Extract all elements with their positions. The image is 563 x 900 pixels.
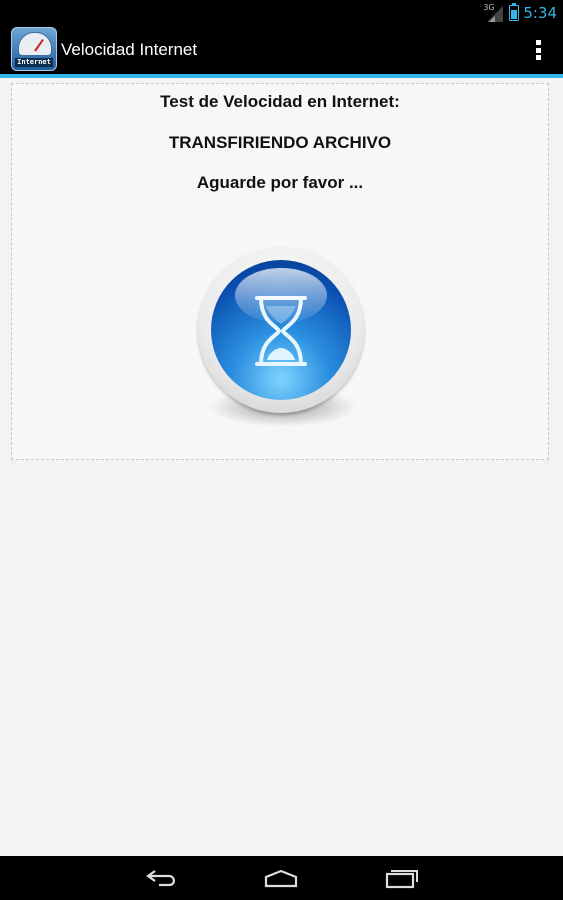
speedometer-icon <box>18 32 52 56</box>
signal-icon: 3G <box>483 3 505 22</box>
app-icon-label: Internet <box>15 58 53 67</box>
hourglass-icon <box>198 247 366 437</box>
overflow-menu-icon[interactable] <box>535 40 541 60</box>
action-bar: Internet Velocidad Internet <box>0 25 563 74</box>
clock: 5:34 <box>523 4 557 22</box>
status-bar: 3G 5:34 <box>0 0 563 25</box>
speed-test-panel: Test de Velocidad en Internet: TRANSFIRI… <box>11 83 549 460</box>
network-type: 3G <box>483 3 495 12</box>
back-icon[interactable] <box>145 868 179 888</box>
transfer-status: TRANSFIRIENDO ARCHIVO <box>168 133 392 152</box>
app-title: Velocidad Internet <box>61 40 198 59</box>
hourglass-orb <box>211 260 351 400</box>
recent-apps-icon[interactable] <box>384 867 420 889</box>
home-icon[interactable] <box>263 868 299 888</box>
action-bar-divider <box>0 74 563 78</box>
navigation-bar <box>0 856 563 900</box>
hourglass-button-ring <box>198 247 364 413</box>
wait-message: Aguarde por favor ... <box>196 173 364 192</box>
status-indicators: 3G 5:34 <box>483 3 557 23</box>
orb-highlight <box>235 268 327 323</box>
battery-icon <box>509 3 520 21</box>
test-heading: Test de Velocidad en Internet: <box>160 92 400 111</box>
app-icon[interactable]: Internet <box>11 27 57 71</box>
